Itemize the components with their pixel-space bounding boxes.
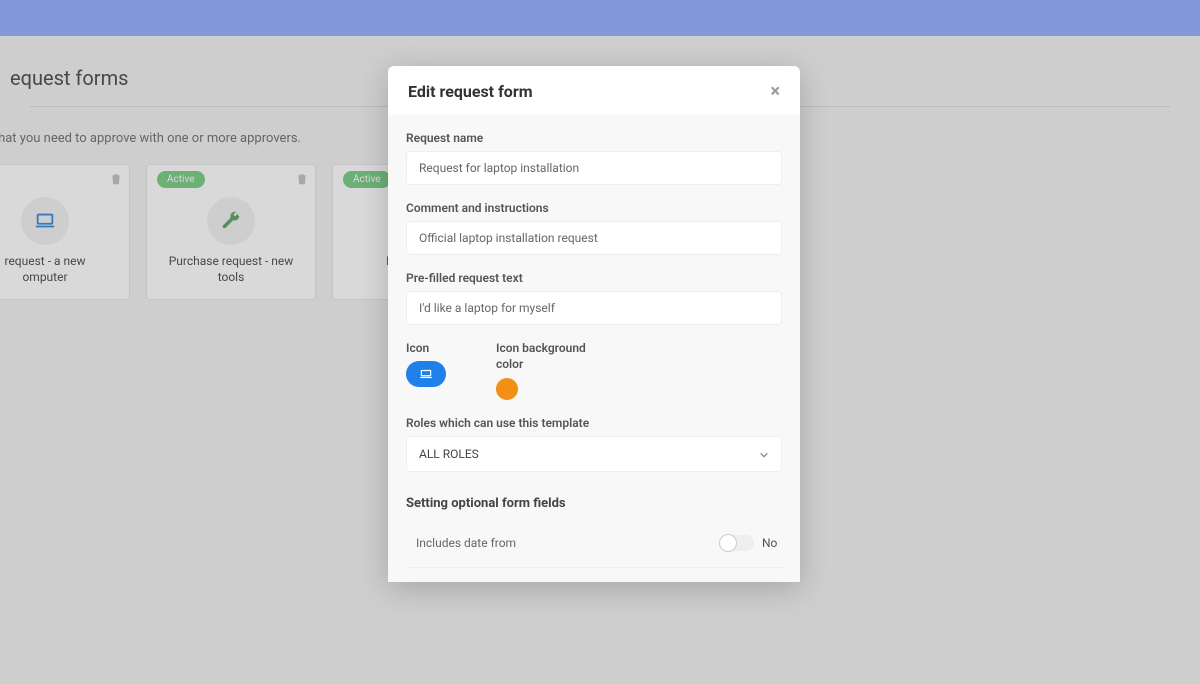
roles-select[interactable]: ALL ROLES	[406, 436, 782, 472]
toggle-state-text: No	[762, 536, 782, 550]
laptop-icon	[417, 367, 435, 381]
icon-picker-button[interactable]	[406, 361, 446, 387]
prefilled-input[interactable]	[406, 291, 782, 325]
chevron-down-icon	[759, 449, 769, 459]
request-name-input[interactable]	[406, 151, 782, 185]
edit-request-modal: Edit request form × Request name Comment…	[388, 66, 800, 582]
label-comment: Comment and instructions	[406, 201, 782, 215]
label-request-name: Request name	[406, 131, 782, 145]
option-label: Includes date from	[406, 536, 516, 550]
optional-fields-list: Includes date from No Includes date to N…	[406, 519, 782, 582]
section-optional-title: Setting optional form fields	[406, 496, 782, 511]
option-row: Includes date from No	[406, 519, 782, 568]
label-icon-bg: Icon background color	[496, 341, 596, 372]
roles-select-value: ALL ROLES	[419, 447, 479, 461]
comment-input[interactable]	[406, 221, 782, 255]
modal-header: Edit request form ×	[388, 66, 800, 115]
label-icon: Icon	[406, 341, 446, 355]
modal-body[interactable]: Request name Comment and instructions Pr…	[388, 115, 800, 582]
toggle-date-from[interactable]	[720, 535, 754, 551]
icon-bg-color-button[interactable]	[496, 378, 518, 400]
label-roles: Roles which can use this template	[406, 416, 782, 430]
top-app-bar	[0, 0, 1200, 36]
option-row: Includes date to No	[406, 568, 782, 582]
label-prefilled: Pre-filled request text	[406, 271, 782, 285]
close-icon[interactable]: ×	[770, 83, 780, 101]
modal-title: Edit request form	[408, 82, 533, 101]
page-background: equest forms applications that you need …	[0, 36, 1200, 684]
